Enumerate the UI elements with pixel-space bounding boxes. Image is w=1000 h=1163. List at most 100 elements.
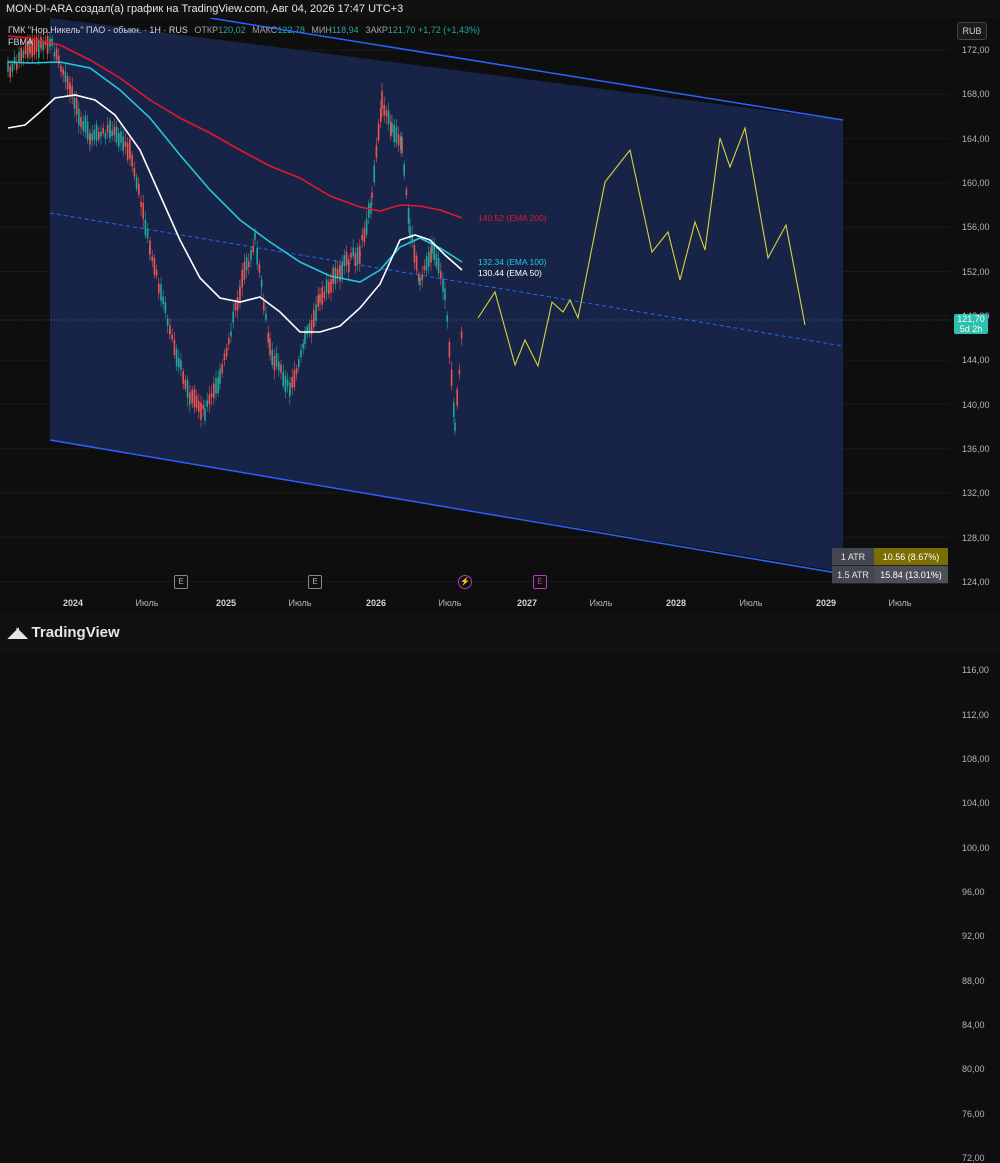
candle-body	[302, 343, 304, 349]
earnings-icon[interactable]: E	[174, 575, 188, 589]
candle-body	[80, 117, 82, 128]
candle-body	[446, 315, 448, 322]
candle-body	[375, 145, 378, 158]
price-axis-label: 132,00	[962, 488, 990, 499]
candle-body	[124, 141, 127, 147]
currency-button[interactable]: RUB	[957, 22, 987, 40]
candle-body	[313, 310, 315, 328]
candle-body	[368, 203, 370, 218]
price-axis-label: 128,00	[962, 532, 990, 543]
candle-body	[213, 383, 215, 399]
candle-body	[293, 370, 296, 388]
time-axis-label: 2029	[815, 598, 837, 608]
candle-body	[195, 395, 198, 409]
tradingview-logo[interactable]: ◢◣ TradingView	[8, 624, 120, 641]
candle-body	[380, 108, 382, 122]
symbol-name[interactable]: ГМК "Нор.Никель" ПАО - обыкн. · 1Н · RUS	[8, 25, 188, 35]
price-axis-label: 144,00	[962, 355, 990, 366]
atr-name: 1 ATR	[832, 548, 874, 566]
candle-body	[460, 331, 463, 339]
low-value: 118,94	[331, 25, 359, 35]
candle-body	[75, 98, 78, 115]
candle-body	[315, 304, 317, 322]
candle-body	[180, 360, 182, 370]
candle-body	[178, 358, 180, 368]
candle-body	[359, 252, 361, 257]
candle-body	[206, 400, 208, 407]
candle-body	[223, 353, 226, 361]
atr-row: 1.5 ATR 15.84 (13.01%)	[832, 566, 948, 584]
price-axis-label: 72,00	[962, 1153, 985, 1163]
candle-body	[252, 246, 254, 253]
candle-body	[122, 136, 124, 151]
price-axis-label: 136,00	[962, 443, 990, 454]
candle-body	[256, 247, 258, 265]
close-value: 121,70	[387, 25, 416, 35]
high-label: МАКС	[252, 25, 278, 35]
last-price-countdown: 5d 2h	[959, 324, 983, 334]
candle-body	[289, 382, 291, 393]
candle-body	[377, 123, 380, 141]
candle-body	[428, 251, 430, 267]
candle-body	[435, 253, 438, 267]
candle-body	[298, 359, 300, 368]
candle-body	[284, 375, 287, 392]
time-axis-label: 2025	[215, 598, 237, 608]
candle-body	[9, 66, 11, 78]
footer	[0, 614, 1000, 654]
candle-body	[142, 202, 144, 220]
price-axis-label: 164,00	[962, 133, 990, 144]
candle-body	[381, 91, 383, 109]
candle-body	[401, 137, 403, 154]
candle-body	[278, 361, 280, 371]
bolt-icon[interactable]: ⚡	[458, 575, 472, 589]
candle-body	[89, 133, 91, 145]
candle-body	[33, 39, 36, 56]
candle-body	[133, 168, 136, 177]
tradingview-logo-icon: ◢◣	[8, 624, 27, 640]
change-value: +1,72 (+1,43%)	[417, 25, 480, 35]
candle-body	[413, 245, 416, 263]
time-axis-label: 2024	[62, 598, 84, 608]
candle-body	[115, 126, 118, 142]
candle-body	[243, 262, 246, 280]
chart-area[interactable]: 140.52 (EMA 200) 132.34 (EMA 100) 130.44…	[0, 18, 950, 613]
price-chart[interactable]: 140.52 (EMA 200) 132.34 (EMA 100) 130.44…	[0, 18, 950, 613]
time-axis-label: Июль	[288, 598, 312, 608]
candle-body	[82, 121, 84, 131]
candle-body	[158, 283, 160, 294]
close-label: ЗАКР	[365, 25, 388, 35]
candle-body	[365, 219, 368, 235]
symbol-legend[interactable]: ГМК "Нор.Никель" ПАО - обыкн. · 1Н · RUS…	[8, 25, 480, 35]
candle-body	[403, 164, 405, 176]
candle-body	[275, 353, 278, 367]
price-axis-label: 156,00	[962, 222, 990, 233]
candle-body	[144, 219, 147, 236]
candle-body	[189, 392, 191, 398]
indicator-legend[interactable]: FBMA	[8, 37, 33, 47]
candle-body	[69, 82, 71, 95]
candle-body	[113, 126, 116, 136]
candle-body	[265, 313, 267, 320]
candle-body	[280, 364, 282, 373]
candle-body	[458, 369, 461, 375]
candle-body	[323, 291, 326, 299]
candle-body	[55, 48, 58, 60]
candle-body	[171, 334, 173, 340]
candle-body	[215, 378, 217, 394]
dividend-icon[interactable]: E	[533, 575, 547, 589]
earnings-icon[interactable]: E	[308, 575, 322, 589]
price-axis-label: 88,00	[962, 975, 985, 986]
candle-body	[210, 392, 213, 397]
candle-body	[64, 71, 67, 83]
candle-body	[232, 311, 234, 323]
candle-body	[440, 271, 442, 279]
candle-body	[118, 132, 120, 147]
candle-body	[140, 201, 142, 207]
candle-body	[40, 36, 42, 49]
candle-body	[291, 376, 293, 388]
last-price-value: 121,70	[957, 314, 985, 324]
candle-body	[78, 108, 80, 126]
atr-table: 1 ATR 10.56 (8.67%) 1.5 ATR 15.84 (13.01…	[832, 548, 948, 584]
candle-body	[317, 295, 319, 307]
